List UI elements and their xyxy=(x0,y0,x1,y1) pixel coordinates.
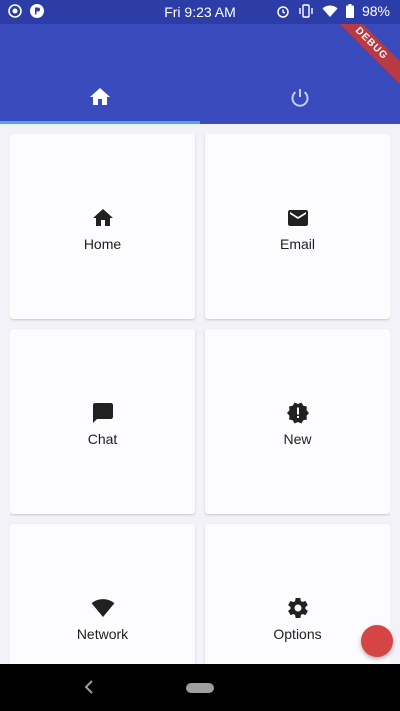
wifi-icon xyxy=(91,596,115,620)
status-bar: Fri 9:23 AM 98% xyxy=(0,0,400,24)
system-nav-bar xyxy=(0,664,400,711)
status-right-icons: 98% xyxy=(276,3,390,19)
card-home[interactable]: Home xyxy=(10,134,195,319)
card-chat[interactable]: Chat xyxy=(10,329,195,514)
new-releases-icon xyxy=(286,401,310,425)
alarm-icon xyxy=(276,4,290,18)
home-icon xyxy=(90,24,110,111)
home-pill-button[interactable] xyxy=(186,683,214,693)
card-new[interactable]: New xyxy=(205,329,390,514)
card-label: Email xyxy=(279,235,315,252)
battery-percent: 98% xyxy=(361,3,390,19)
card-label: Network xyxy=(76,625,129,642)
card-label: Options xyxy=(273,625,322,642)
floating-action-button[interactable] xyxy=(361,625,393,657)
card-network[interactable]: Network xyxy=(10,524,195,664)
tab-home[interactable] xyxy=(0,24,200,124)
card-grid: Home Email Chat New Network Options xyxy=(10,134,390,664)
card-label: Home xyxy=(83,235,122,252)
chat-icon xyxy=(91,401,115,425)
vibrate-icon xyxy=(298,4,314,18)
power-icon xyxy=(290,24,310,115)
card-email[interactable]: Email xyxy=(205,134,390,319)
card-label: Chat xyxy=(87,430,118,447)
home-icon xyxy=(91,206,115,230)
card-label: New xyxy=(283,430,312,447)
back-icon[interactable] xyxy=(82,678,96,701)
tab-indicator xyxy=(0,121,200,124)
wifi-icon xyxy=(322,4,338,18)
settings-icon xyxy=(286,596,310,620)
email-icon xyxy=(286,206,310,230)
app-bar: DEBUG xyxy=(0,24,400,124)
battery-icon xyxy=(345,4,354,18)
